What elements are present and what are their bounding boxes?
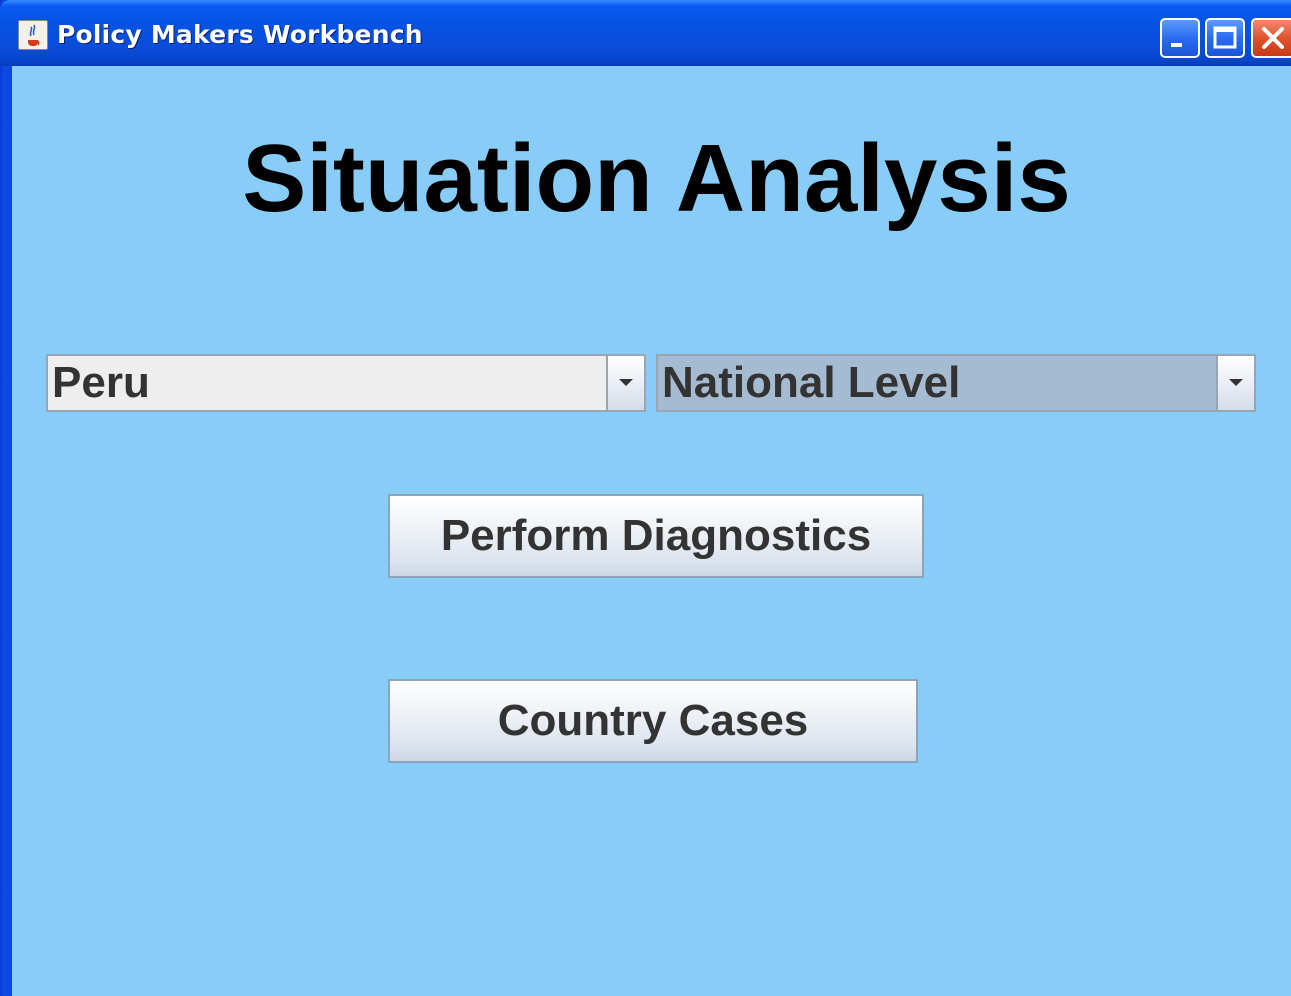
maximize-button[interactable]: [1205, 18, 1245, 58]
level-select[interactable]: National Level: [656, 354, 1256, 412]
content-panel: Situation Analysis Peru National Level P…: [12, 66, 1291, 996]
app-window: Policy Makers Workbench Situation Analys…: [0, 0, 1291, 996]
title-bar[interactable]: Policy Makers Workbench: [0, 0, 1291, 66]
level-select-value: National Level: [662, 358, 961, 407]
level-select-dropdown-button[interactable]: [1216, 356, 1254, 410]
minimize-button[interactable]: [1160, 18, 1200, 58]
close-icon: [1262, 27, 1284, 49]
page-title: Situation Analysis: [242, 125, 1071, 232]
maximize-icon: [1213, 26, 1237, 49]
country-select-value: Peru: [52, 358, 150, 407]
chevron-down-icon: [619, 379, 633, 386]
minimize-icon: [1171, 43, 1182, 47]
window-title: Policy Makers Workbench: [57, 20, 423, 49]
java-coffee-cup-icon[interactable]: [18, 20, 48, 50]
country-cases-button[interactable]: Country Cases: [388, 679, 918, 763]
close-button[interactable]: [1251, 18, 1291, 58]
country-select[interactable]: Peru: [46, 354, 646, 412]
perform-diagnostics-button[interactable]: Perform Diagnostics: [388, 494, 924, 578]
country-select-dropdown-button[interactable]: [606, 356, 644, 410]
chevron-down-icon: [1229, 379, 1243, 386]
